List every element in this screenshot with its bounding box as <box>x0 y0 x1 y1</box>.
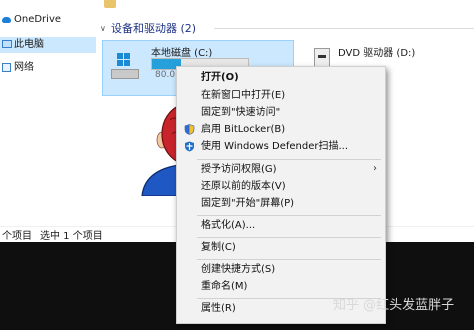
menu-item-bitlocker[interactable]: 启用 BitLocker(B) <box>177 122 385 138</box>
menu-item-rename[interactable]: 重命名(M) <box>177 279 385 295</box>
context-menu: 打开(O) 在新窗口中打开(E) 固定到"快速访问" 启用 BitLocker(… <box>176 66 386 324</box>
menu-item-label: 重命名(M) <box>201 281 248 292</box>
sidebar-item-label: 网络 <box>14 62 34 73</box>
sidebar-item-label: 此电脑 <box>14 39 44 50</box>
menu-item-label: 启用 BitLocker(B) <box>201 124 286 135</box>
dvd-drive-name[interactable]: DVD 驱动器 (D:) <box>338 44 415 59</box>
menu-item-format[interactable]: 格式化(A)... <box>177 218 385 234</box>
computer-icon <box>2 40 12 48</box>
menu-item-label: 打开(O) <box>201 72 239 83</box>
menu-item-pin-start[interactable]: 固定到"开始"屏幕(P) <box>177 196 385 212</box>
menu-separator <box>197 159 381 160</box>
divider <box>214 28 474 29</box>
menu-item-label: 授予访问权限(G) <box>201 164 277 175</box>
menu-item-copy[interactable]: 复制(C) <box>177 240 385 256</box>
windows-logo-icon <box>117 53 131 67</box>
menu-item-label: 在新窗口中打开(E) <box>201 90 286 101</box>
menu-item-label: 复制(C) <box>201 242 236 253</box>
menu-item-label: 属性(R) <box>201 303 236 314</box>
menu-item-label: 使用 Windows Defender扫描... <box>201 141 349 152</box>
chevron-right-icon: › <box>373 163 377 174</box>
network-icon <box>2 63 11 72</box>
menu-item-open[interactable]: 打开(O) <box>177 70 385 86</box>
watermark: 知乎 @红头发蓝胖子 <box>333 298 455 313</box>
selected-count: 选中 1 个项目 <box>40 231 103 242</box>
sidebar-item-label: OneDrive <box>14 14 62 25</box>
menu-item-label: 固定到"开始"屏幕(P) <box>201 198 295 209</box>
menu-item-grant-access[interactable]: 授予访问权限(G) › <box>177 162 385 178</box>
menu-item-open-new-window[interactable]: 在新窗口中打开(E) <box>177 88 385 104</box>
dvd-drive-icon <box>314 48 330 68</box>
menu-item-label: 格式化(A)... <box>201 220 256 231</box>
menu-item-pin-quick-access[interactable]: 固定到"快速访问" <box>177 105 385 121</box>
menu-item-label: 固定到"快速访问" <box>201 107 281 118</box>
menu-item-label: 创建快捷方式(S) <box>201 264 276 275</box>
item-count: 个项目 <box>2 231 32 242</box>
menu-separator <box>197 259 381 260</box>
sidebar-item-onedrive[interactable]: OneDrive <box>0 12 96 28</box>
navigation-pane: OneDrive 此电脑 网络 <box>0 0 96 226</box>
drive-name: 本地磁盘 (C:) <box>151 48 213 59</box>
sidebar-item-this-pc[interactable]: 此电脑 <box>0 37 96 53</box>
hard-drive-icon <box>111 69 139 79</box>
menu-separator <box>197 237 381 238</box>
chevron-down-icon[interactable]: ∨ <box>100 24 106 33</box>
menu-item-restore-versions[interactable]: 还原以前的版本(V) <box>177 179 385 195</box>
cloud-icon <box>2 17 11 23</box>
menu-separator <box>197 215 381 216</box>
uac-shield-icon <box>184 124 195 135</box>
sidebar-item-network[interactable]: 网络 <box>0 60 96 76</box>
menu-item-create-shortcut[interactable]: 创建快捷方式(S) <box>177 262 385 278</box>
group-header[interactable]: 设备和驱动器 (2) <box>111 20 196 36</box>
menu-item-defender-scan[interactable]: 使用 Windows Defender扫描... <box>177 139 385 155</box>
menu-item-label: 还原以前的版本(V) <box>201 181 286 192</box>
drive-free-space: 80.0 <box>155 70 176 80</box>
folder-icon <box>104 0 116 8</box>
defender-shield-icon <box>185 141 194 152</box>
